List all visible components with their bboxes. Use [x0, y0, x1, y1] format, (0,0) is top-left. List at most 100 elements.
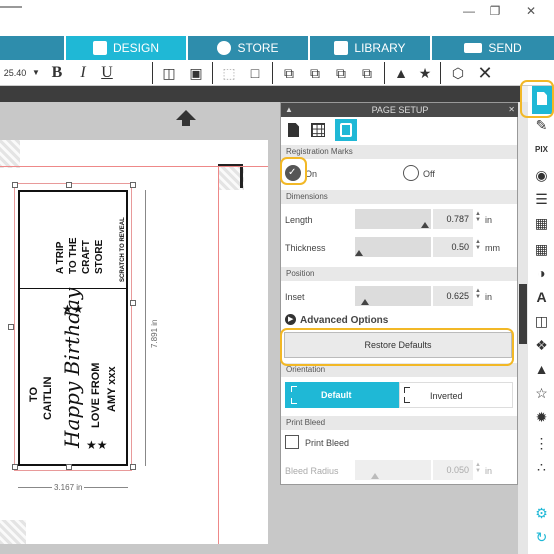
length-spinner-icon[interactable]: ▲ ▼ — [475, 211, 481, 223]
selection-handle[interactable] — [12, 464, 18, 470]
inset-spinner-icon[interactable]: ▲ ▼ — [475, 288, 481, 300]
slice-icon[interactable]: ⧉ — [356, 63, 378, 83]
print-bleed-label[interactable]: Print Bleed — [305, 438, 349, 448]
grid-tab[interactable] — [309, 121, 327, 139]
thickness-slider[interactable] — [355, 237, 431, 257]
radio-off[interactable] — [403, 165, 419, 181]
tab-store[interactable]: STORE — [188, 36, 308, 60]
slider-thumb[interactable] — [355, 250, 363, 256]
bleed-radius-slider[interactable] — [355, 460, 431, 480]
page-tab[interactable] — [286, 121, 302, 139]
bold-button[interactable]: B — [48, 63, 66, 83]
selection-handle[interactable] — [66, 464, 72, 470]
bleed-radius-unit: in — [485, 466, 493, 476]
close-panel-icon[interactable]: ✕ — [508, 103, 515, 117]
orientation-inverted-button[interactable]: Inverted — [399, 382, 513, 408]
orientation-default-button[interactable]: Default — [285, 382, 399, 408]
3d-box-icon[interactable]: ⬡ — [446, 63, 470, 83]
thickness-label: Thickness — [285, 243, 326, 253]
selection-handle[interactable] — [130, 182, 136, 188]
ticket-line-3: CRAFT — [81, 240, 92, 274]
group-icon[interactable]: ⬚ — [218, 63, 240, 83]
vertical-scrollbar[interactable] — [518, 102, 528, 554]
tab-send[interactable]: SEND — [432, 36, 554, 60]
selection-handle[interactable] — [130, 300, 136, 306]
orientation-default-label: Default — [321, 390, 352, 400]
pix-icon[interactable]: PIX — [534, 142, 549, 157]
selection-handle[interactable] — [8, 324, 14, 330]
ticket-text-block: A TRIP TO THE CRAFT STORE — [34, 214, 105, 274]
slider-thumb[interactable] — [421, 222, 429, 228]
inset-value[interactable]: 0.625 — [433, 286, 473, 306]
modify-shape-icon[interactable]: ✹ — [534, 410, 549, 425]
height-dimension-label: 7.891 in — [150, 319, 159, 348]
grid-icon — [311, 123, 325, 137]
corner-mark — [404, 387, 410, 393]
slider-thumb[interactable] — [361, 299, 369, 305]
main-nav: DESIGN STORE LIBRARY SEND — [0, 36, 554, 60]
name-text: CAITLIN — [42, 376, 54, 420]
advanced-options-label[interactable]: Advanced Options — [300, 315, 388, 326]
scrollbar-thumb[interactable] — [519, 284, 527, 344]
selection-handle[interactable] — [66, 182, 72, 188]
shape-fill-icon[interactable]: ▲ — [390, 63, 412, 83]
birthday-script-text: Happy Birthday — [60, 287, 84, 448]
star-tool-icon[interactable]: ☆ — [534, 386, 549, 401]
transform-icon[interactable]: ❖ — [534, 338, 549, 353]
restore-icon[interactable]: ❐ — [482, 2, 508, 20]
modify-icon[interactable]: ▲ — [534, 362, 549, 377]
settings-icon[interactable]: ⚙ — [534, 506, 549, 521]
attach-icon[interactable]: ⧉ — [304, 63, 326, 83]
distribute-icon[interactable]: ▣ — [186, 63, 206, 83]
close-icon[interactable]: ✕ — [474, 63, 496, 83]
collapse-arrow-icon[interactable]: ▲ — [285, 103, 293, 117]
thickness-value[interactable]: 0.50 — [433, 237, 473, 257]
selection-handle[interactable] — [130, 464, 136, 470]
trace-icon[interactable]: ▦ — [534, 216, 549, 231]
thickness-spinner-icon[interactable]: ▲ ▼ — [475, 239, 481, 251]
height-dimension-line — [145, 190, 146, 466]
minimize-icon[interactable]: — — [456, 2, 482, 20]
registration-tab[interactable] — [335, 119, 357, 141]
sketch-icon[interactable]: ✎ — [534, 118, 549, 133]
lines-icon[interactable]: ☰ — [534, 192, 549, 207]
text-icon[interactable]: A — [534, 290, 549, 305]
font-size-field[interactable]: 25.40 — [0, 63, 30, 83]
registration-mark-vertical — [240, 164, 243, 188]
length-unit: in — [485, 215, 493, 225]
selection-handle[interactable] — [12, 182, 18, 188]
replicator-icon[interactable]: ▦ — [534, 242, 549, 257]
pattern-icon[interactable]: ∴ — [534, 460, 549, 475]
contrast-icon[interactable]: ◑ — [534, 266, 549, 281]
star-icon[interactable]: ★ — [414, 63, 436, 83]
align-icon[interactable]: ◫ — [158, 63, 180, 83]
align-tool-icon[interactable]: ◫ — [534, 314, 549, 329]
scroll-up-arrow-icon[interactable] — [176, 110, 196, 120]
weld-icon[interactable]: ⧉ — [278, 63, 300, 83]
italic-button[interactable]: I — [74, 63, 92, 83]
slider-thumb[interactable] — [371, 473, 379, 479]
canvas-header — [0, 86, 520, 102]
expand-arrow-icon[interactable]: ▶ — [285, 314, 296, 325]
bleed-radius-value[interactable]: 0.050 — [433, 460, 473, 480]
palette-icon[interactable]: ◉ — [534, 168, 549, 183]
tab-library[interactable]: LIBRARY — [310, 36, 430, 60]
refresh-icon[interactable]: ↻ — [534, 530, 549, 545]
radio-off-label[interactable]: Off — [423, 169, 435, 179]
dots-icon[interactable]: ⋮ — [534, 436, 549, 451]
close-window-icon[interactable]: ✕ — [518, 2, 544, 20]
length-value[interactable]: 0.787 — [433, 209, 473, 229]
bleed-radius-spinner-icon[interactable]: ▲ ▼ — [475, 462, 481, 474]
ungroup-icon[interactable]: □ — [244, 63, 266, 83]
inset-slider[interactable] — [355, 286, 431, 306]
library-icon — [334, 41, 349, 55]
font-size-dropdown-icon[interactable]: ▼ — [30, 63, 42, 83]
length-slider[interactable] — [355, 209, 431, 229]
tab-design[interactable]: DESIGN — [66, 36, 186, 60]
window-edge — [0, 0, 22, 8]
print-bleed-checkbox[interactable] — [285, 435, 299, 449]
page-icon — [288, 123, 299, 137]
dimensions-header: Dimensions — [281, 190, 517, 204]
underline-button[interactable]: U — [98, 63, 116, 83]
flatten-icon[interactable]: ⧉ — [330, 63, 352, 83]
